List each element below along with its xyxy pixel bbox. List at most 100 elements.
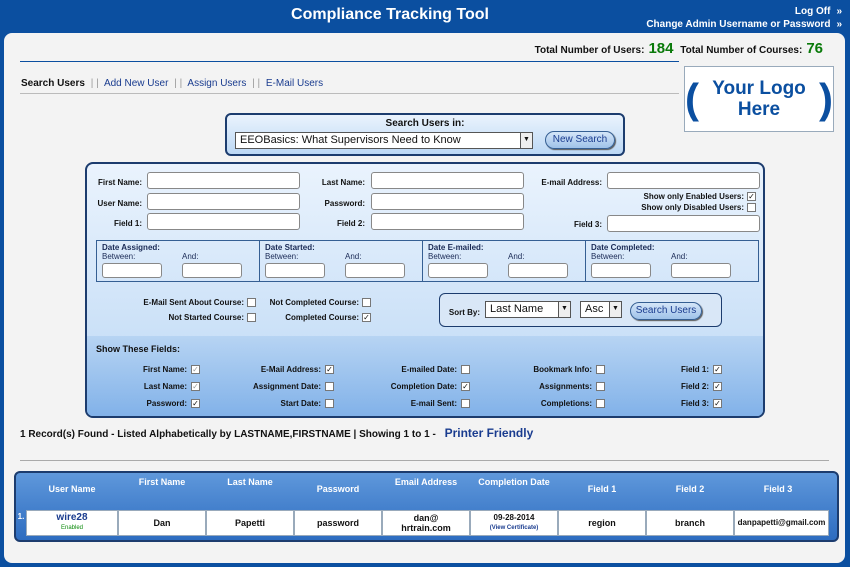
sf-field3-label: Field 3: [680, 399, 709, 408]
search-users-button[interactable]: Search Users [630, 302, 702, 320]
date-completed-group: Date Completed: Between: And: [586, 241, 758, 281]
col-header: Field 3 [763, 484, 793, 494]
nav-bar: Search Users | | Add New User | | Assign… [21, 78, 324, 89]
sort-by-label: Sort By: [448, 308, 480, 317]
divider [20, 93, 679, 94]
nav-search-users: Search Users [21, 78, 85, 89]
sf-field1-label: Field 1: [680, 365, 709, 374]
cell-field3: danpapetti@gmail.com [734, 510, 829, 536]
show-fields-header: Show These Fields: [96, 344, 181, 354]
col-header: Field 2 [675, 484, 705, 494]
cell-email: dan@ hrtrain.com [382, 510, 470, 536]
col-header: User Name [48, 484, 96, 494]
sf-email-sent-checkbox[interactable] [461, 399, 470, 408]
field2-label: Field 2: [336, 219, 365, 228]
change-admin-link[interactable]: Change Admin Username or Password» [646, 18, 842, 31]
date-started-group: Date Started: Between: And: [260, 241, 423, 281]
date-emailed-to[interactable] [508, 263, 568, 278]
only-enabled-checkbox[interactable]: ✓ [747, 192, 756, 201]
first-name-input[interactable] [147, 172, 300, 189]
cell-field1: region [558, 510, 646, 536]
date-filters: Date Assigned: Between: And: Date Started:… [96, 240, 759, 282]
col-header: First Name [138, 477, 186, 487]
user-name-input[interactable] [147, 193, 300, 210]
date-emailed-from[interactable] [428, 263, 488, 278]
sort-field-select[interactable]: Last Name ▼ [485, 301, 571, 318]
sf-field1-checkbox[interactable]: ✓ [713, 365, 722, 374]
sf-start-date-label: Start Date: [280, 399, 321, 408]
sf-emailed-date-checkbox[interactable] [461, 365, 470, 374]
sf-email-sent-label: E-mail Sent: [410, 399, 457, 408]
email-label: E-mail Address: [541, 178, 602, 187]
date-started-to[interactable] [345, 263, 405, 278]
records-summary: 1 Record(s) Found - Listed Alphabeticall… [20, 426, 534, 440]
cell-username: wire28 Enabled [26, 510, 118, 536]
nav-add-new-user[interactable]: Add New User [104, 78, 168, 89]
nav-email-users[interactable]: E-Mail Users [266, 78, 323, 89]
field1-input[interactable] [147, 213, 300, 230]
sort-order-select[interactable]: Asc ▼ [580, 301, 622, 318]
printer-friendly-link[interactable]: Printer Friendly [445, 426, 534, 440]
view-certificate-link[interactable]: (View Certificate) [490, 523, 539, 533]
date-started-from[interactable] [265, 263, 325, 278]
not-started-checkbox[interactable] [247, 313, 256, 322]
date-assigned-group: Date Assigned: Between: And: [97, 241, 260, 281]
sf-password-checkbox[interactable]: ✓ [191, 399, 200, 408]
col-header: Password [316, 484, 360, 494]
sf-assignments-checkbox[interactable] [596, 382, 605, 391]
not-completed-checkbox[interactable] [362, 298, 371, 307]
password-input[interactable] [371, 193, 524, 210]
totals: Total Number of Users: 184 Total Number o… [534, 40, 823, 57]
col-header: Field 1 [587, 484, 617, 494]
sf-emailed-date-label: E-mailed Date: [401, 365, 457, 374]
chevron-down-icon: ▼ [609, 302, 621, 317]
sf-start-date-checkbox[interactable] [325, 399, 334, 408]
sort-box: Sort By: Last Name ▼ Asc ▼ Search Users [439, 293, 722, 327]
cell-last-name: Papetti [206, 510, 294, 536]
date-completed-to[interactable] [671, 263, 731, 278]
show-fields-section: Show These Fields: First Name: ✓ Last Na… [87, 336, 763, 416]
sf-field3-checkbox[interactable]: ✓ [713, 399, 722, 408]
last-name-input[interactable] [371, 172, 524, 189]
sf-first-name-label: First Name: [142, 365, 187, 374]
sf-completion-date-label: Completion Date: [390, 382, 457, 391]
sf-completions-label: Completions: [540, 399, 592, 408]
cell-first-name: Dan [118, 510, 206, 536]
username-link[interactable]: wire28 [56, 513, 87, 523]
course-select[interactable]: EEOBasics: What Supervisors Need to Know… [235, 132, 533, 149]
completed-checkbox[interactable]: ✓ [362, 313, 371, 322]
date-assigned-from[interactable] [102, 263, 162, 278]
email-input[interactable] [607, 172, 760, 189]
sf-bookmark-checkbox[interactable] [596, 365, 605, 374]
sf-field2-checkbox[interactable]: ✓ [713, 382, 722, 391]
cell-completion-date: 09-28-2014 (View Certificate) [470, 510, 558, 536]
email-sent-course-checkbox[interactable] [247, 298, 256, 307]
logo-text: Your Logo Here [712, 78, 806, 120]
field2-input[interactable] [371, 213, 524, 230]
row-number: 1. [17, 512, 25, 521]
date-assigned-to[interactable] [182, 263, 242, 278]
logoff-link[interactable]: Log Off» [646, 5, 842, 18]
sf-assignment-date-label: Assignment Date: [252, 382, 321, 391]
sf-last-name-checkbox[interactable]: ✓ [191, 382, 200, 391]
field3-input[interactable] [607, 215, 760, 232]
sf-completions-checkbox[interactable] [596, 399, 605, 408]
divider [20, 460, 829, 461]
sf-email-checkbox[interactable]: ✓ [325, 365, 334, 374]
sf-first-name-checkbox[interactable]: ✓ [191, 365, 200, 374]
nav-assign-users[interactable]: Assign Users [187, 78, 246, 89]
sf-completion-date-checkbox[interactable]: ✓ [461, 382, 470, 391]
email-sent-course-label: E-Mail Sent About Course: [143, 298, 244, 307]
new-search-button[interactable]: New Search [545, 131, 615, 149]
date-emailed-group: Date E-mailed: Between: And: [423, 241, 586, 281]
only-enabled-label: Show only Enabled Users: [643, 192, 744, 201]
sf-password-label: Password: [146, 399, 187, 408]
cell-field2: branch [646, 510, 734, 536]
field3-label: Field 3: [573, 220, 602, 229]
date-completed-from[interactable] [591, 263, 651, 278]
chevron-down-icon: ▼ [558, 302, 570, 317]
chevron-down-icon: ▼ [520, 133, 532, 148]
only-disabled-checkbox[interactable] [747, 203, 756, 212]
sf-assignment-date-checkbox[interactable] [325, 382, 334, 391]
sf-assignments-label: Assignments: [539, 382, 592, 391]
